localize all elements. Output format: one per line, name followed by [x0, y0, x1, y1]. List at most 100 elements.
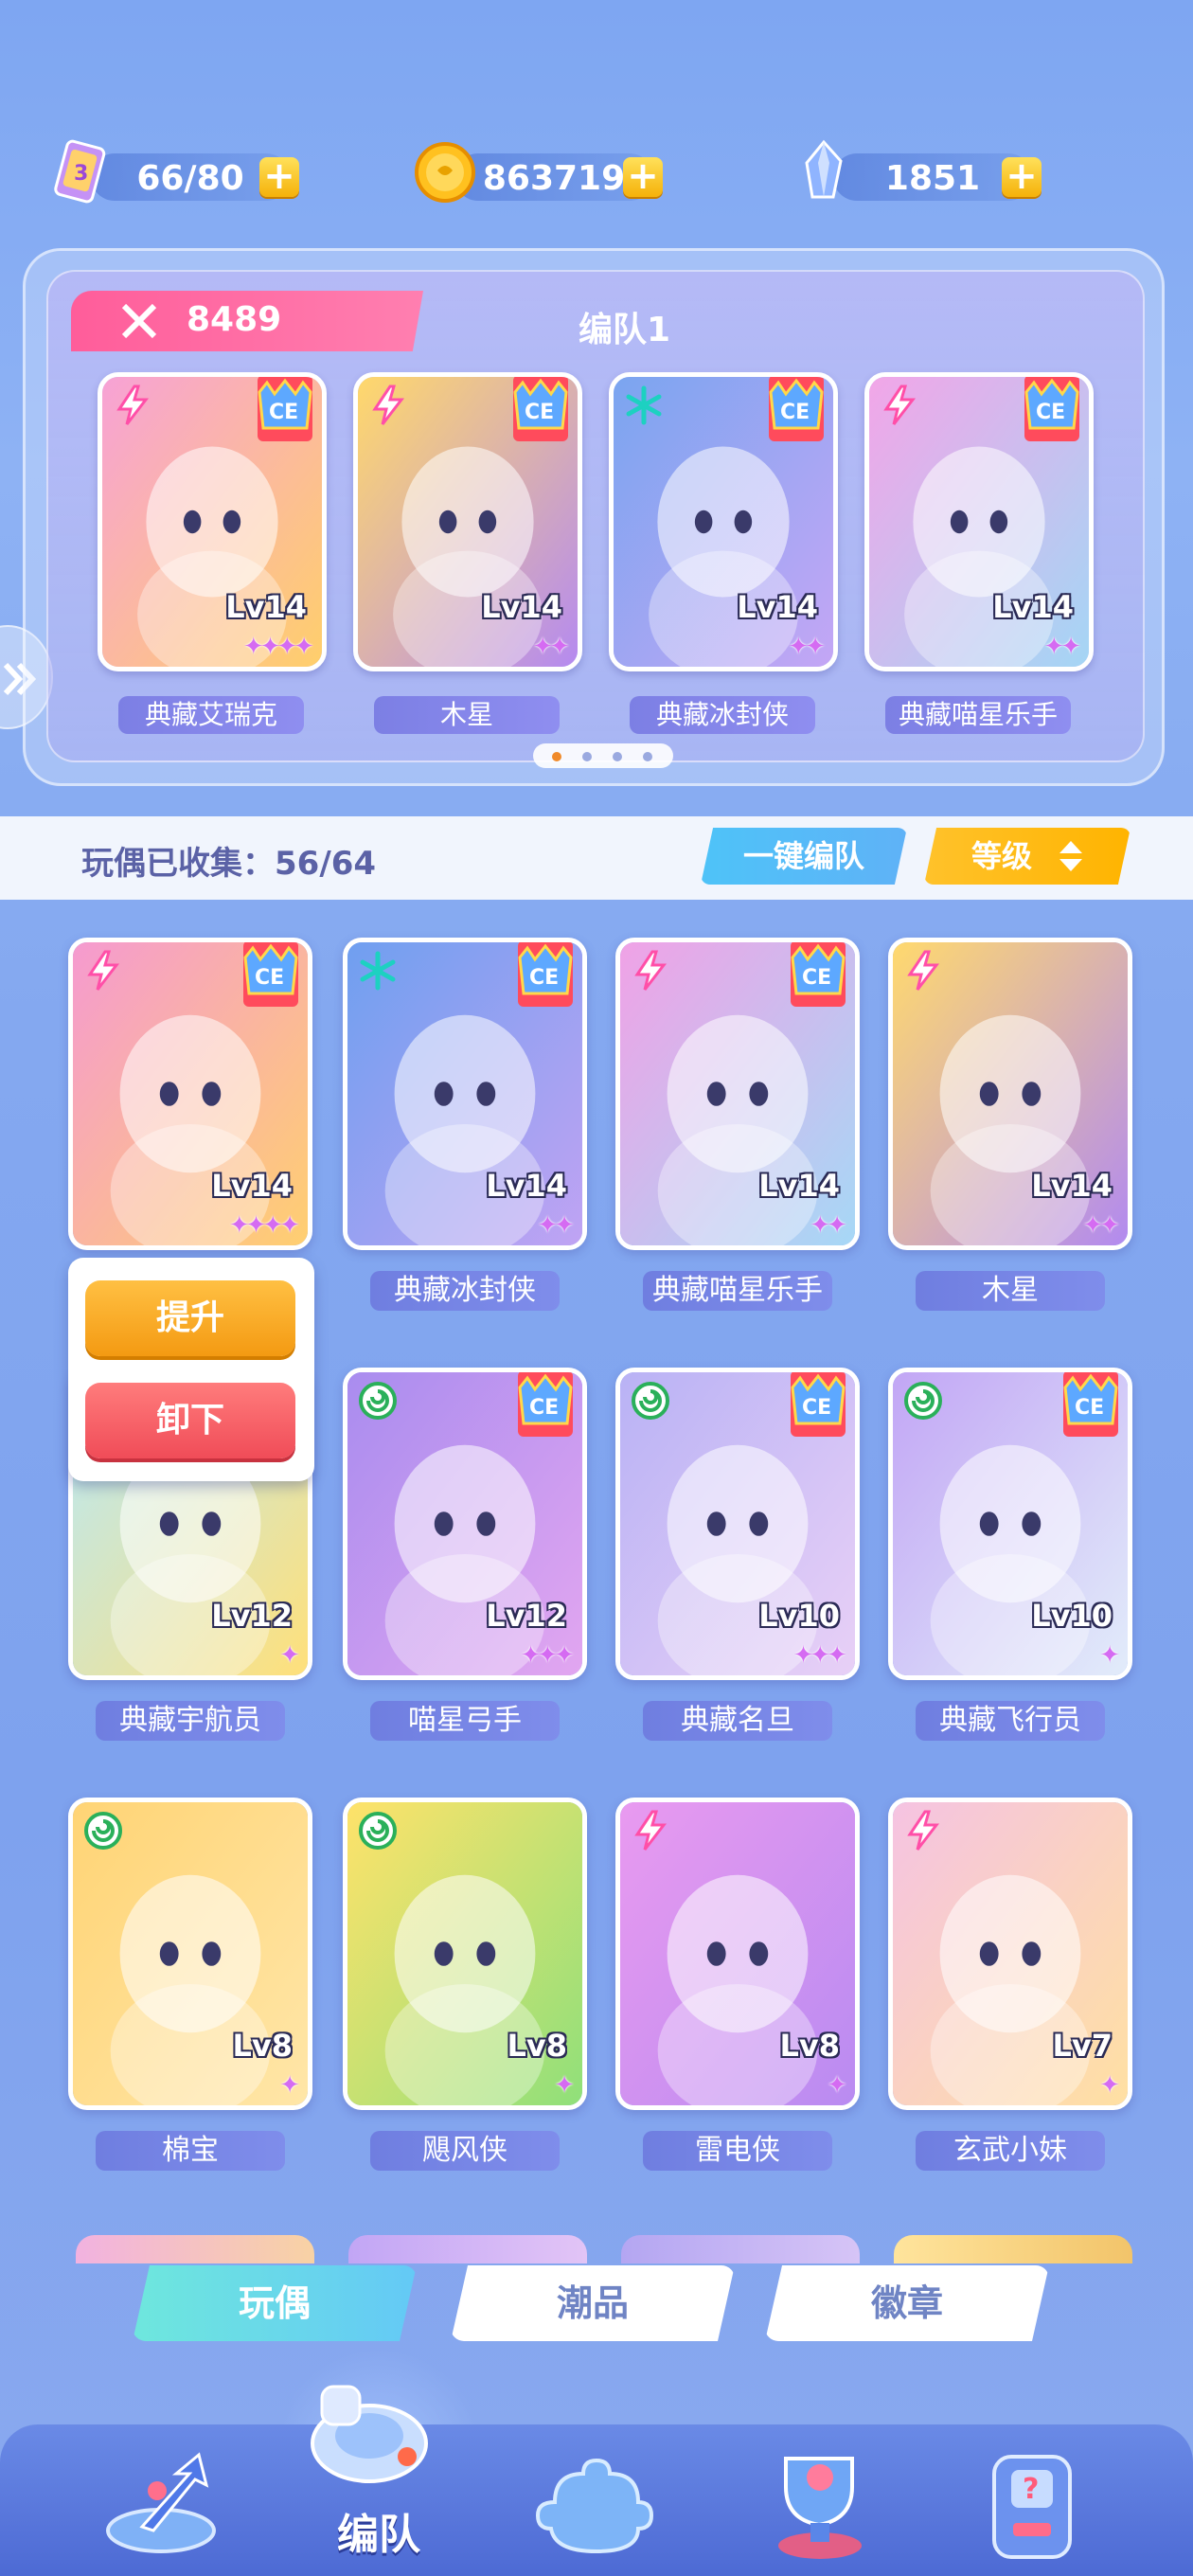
svg-text:3: 3: [74, 162, 88, 186]
lightning-element-icon: [116, 385, 150, 425]
nav-team[interactable]: [284, 2358, 445, 2491]
svg-text:CE: CE: [1075, 1396, 1104, 1420]
team-member-name: 典藏喵星乐手: [885, 696, 1071, 734]
card-peek: [348, 2235, 587, 2263]
team-power-tag: 8489: [71, 291, 423, 351]
ice-element-icon: [360, 951, 396, 991]
card-peek: [621, 2235, 860, 2263]
ce-badge-icon: CE: [769, 377, 824, 441]
add-gems-button[interactable]: +: [1002, 157, 1042, 197]
doll-level: Lv10: [1031, 1598, 1113, 1634]
team-member-card[interactable]: CE Lv14 ✦✦: [353, 372, 582, 671]
doll-stars: ✦✦: [1082, 1211, 1120, 1240]
doll-card[interactable]: Lv14 ✦✦: [888, 938, 1132, 1250]
doll-name: 喵星弓手: [370, 1701, 560, 1741]
svg-text:CE: CE: [525, 401, 554, 424]
doll-stars: ✦✦✦✦: [228, 1211, 300, 1240]
doll-level: Lv14: [758, 1168, 840, 1204]
doll-stars: ✦: [1099, 2071, 1120, 2100]
doll-name: 典藏喵星乐手: [643, 1271, 832, 1311]
page-dot[interactable]: [613, 752, 622, 761]
page-dot[interactable]: [552, 752, 561, 761]
doll-stars: ✦✦: [810, 1211, 847, 1240]
svg-text:CE: CE: [780, 401, 810, 424]
gem-counter[interactable]: 1851 +: [805, 139, 1042, 201]
wind-element-icon: [84, 1812, 122, 1850]
doll-level: Lv14: [211, 1168, 293, 1204]
team-panel: 8489 编队1 CE Lv14 ✦✦✦✦ 典藏艾瑞克 CE Lv14 ✦✦ 木星 CE Lv14…: [23, 248, 1165, 786]
doll-name: 棉宝: [96, 2131, 285, 2171]
wind-element-icon: [359, 1812, 397, 1850]
ce-badge-icon: CE: [791, 1372, 846, 1437]
arrow-upgrade-icon: [106, 2452, 216, 2553]
page-dot[interactable]: [643, 752, 652, 761]
doll-card[interactable]: CE Lv10 ✦: [888, 1368, 1132, 1680]
team-member-card[interactable]: CE Lv14 ✦✦✦✦: [98, 372, 327, 671]
member-level: Lv14: [481, 589, 562, 625]
card-peek: [894, 2235, 1132, 2263]
member-level: Lv14: [737, 589, 818, 625]
stamina-counter[interactable]: 3 66/80 +: [54, 139, 299, 204]
puzzle-icon: [535, 2458, 654, 2554]
ce-badge-icon: CE: [1024, 377, 1079, 441]
doll-stars: ✦: [554, 2071, 575, 2100]
whistle-team-icon: [311, 2385, 428, 2483]
team-member-name: 木星: [374, 696, 560, 734]
bottom-nav: ?: [0, 2385, 1193, 2576]
nav-trophy[interactable]: [739, 2436, 899, 2568]
doll-card[interactable]: Lv8 ✦: [615, 1798, 860, 2110]
doll-name: 典藏名旦: [643, 1701, 832, 1741]
upgrade-button[interactable]: 提升: [85, 1280, 295, 1356]
svg-text:CE: CE: [802, 1396, 831, 1420]
next-row-peek: [0, 2235, 1193, 2263]
doll-card[interactable]: Lv7 ✦: [888, 1798, 1132, 2110]
nav-team-label: 编队: [337, 2511, 420, 2559]
nav-gacha[interactable]: ?: [956, 2436, 1117, 2568]
svg-text:?: ?: [1023, 2473, 1039, 2506]
doll-level: Lv10: [758, 1598, 840, 1634]
page-dot[interactable]: [582, 752, 592, 761]
member-stars: ✦✦: [1043, 633, 1081, 661]
doll-card[interactable]: Lv8 ✦: [343, 1798, 587, 2110]
add-coins-button[interactable]: +: [623, 157, 663, 197]
doll-card[interactable]: CE Lv10 ✦✦✦: [615, 1368, 860, 1680]
collection-count: 玩偶已收集：56/64: [81, 845, 377, 883]
collection-bar: 玩偶已收集：56/64 一键编队 等级: [0, 816, 1193, 900]
nav-puzzle[interactable]: [517, 2436, 678, 2568]
tab-trendy-items[interactable]: 潮品: [451, 2265, 735, 2341]
lightning-element-icon: [907, 1810, 940, 1851]
add-stamina-button[interactable]: +: [259, 157, 299, 197]
team-member-name: 典藏冰封侠: [630, 696, 815, 734]
doll-level: Lv8: [507, 2028, 567, 2064]
unequip-button[interactable]: 卸下: [85, 1383, 295, 1458]
team-page-dots[interactable]: [533, 743, 673, 768]
doll-card[interactable]: CE Lv14 ✦✦: [343, 938, 587, 1250]
doll-card[interactable]: CE Lv14 ✦✦: [615, 938, 860, 1250]
team-member-card[interactable]: CE Lv14 ✦✦: [609, 372, 838, 671]
sort-arrows-icon: [1059, 841, 1082, 871]
doll-card[interactable]: CE Lv14 ✦✦✦✦: [68, 938, 312, 1250]
doll-level: Lv12: [211, 1598, 293, 1634]
one-click-team-button[interactable]: 一键编队: [701, 828, 907, 885]
doll-stars: ✦✦✦: [520, 1641, 575, 1670]
team-name: 编队1: [579, 311, 671, 349]
lightning-element-icon: [634, 1810, 668, 1851]
tab-badges[interactable]: 徽章: [765, 2265, 1049, 2341]
nav-upgrade[interactable]: [85, 2436, 246, 2568]
lightning-element-icon: [87, 950, 120, 991]
resource-bar: 3 66/80 + 863719 + 1851 +: [0, 139, 1193, 218]
tab-dolls[interactable]: 玩偶: [133, 2265, 417, 2341]
doll-card[interactable]: CE Lv12 ✦✦✦: [343, 1368, 587, 1680]
sort-by-level-button[interactable]: 等级: [924, 828, 1131, 885]
lightning-element-icon: [883, 385, 917, 425]
doll-name: 典藏宇航员: [96, 1701, 285, 1741]
ce-badge-icon: CE: [518, 1372, 573, 1437]
wind-element-icon: [359, 1382, 397, 1420]
svg-text:CE: CE: [529, 966, 559, 990]
doll-stars: ✦: [279, 2071, 300, 2100]
doll-level: Lv12: [486, 1598, 567, 1634]
doll-card[interactable]: Lv8 ✦: [68, 1798, 312, 2110]
svg-text:CE: CE: [529, 1396, 559, 1420]
coin-counter[interactable]: 863719 +: [415, 142, 663, 203]
team-member-card[interactable]: CE Lv14 ✦✦: [864, 372, 1094, 671]
